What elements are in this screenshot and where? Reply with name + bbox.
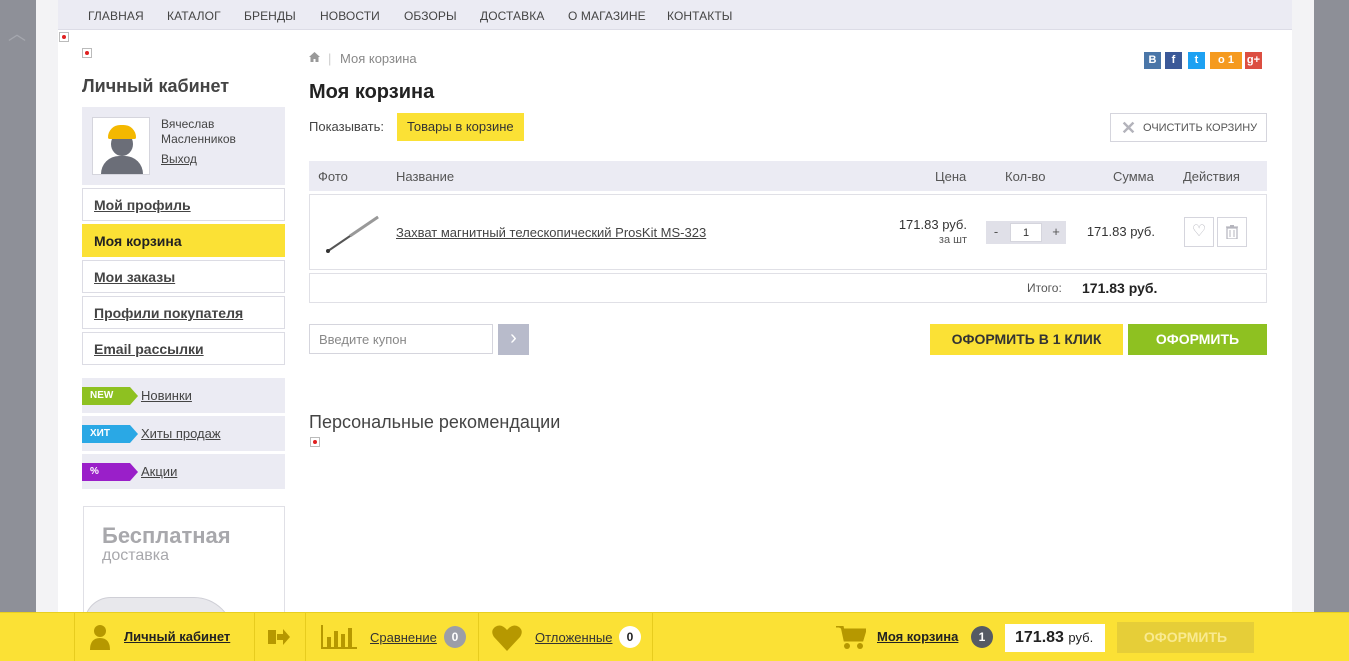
new-badge: NEW (82, 387, 138, 405)
sidebar-item-profile[interactable]: Мой профиль (82, 188, 285, 221)
qty-increment-button[interactable]: + (1046, 224, 1066, 239)
total-label: Итого: (1027, 281, 1062, 295)
compare-link[interactable]: Сравнение (370, 630, 437, 645)
hit-badge: ХИТ (82, 425, 138, 443)
quantity-stepper: - 1 + (986, 221, 1066, 244)
broken-image-icon (59, 32, 69, 42)
cart-total-currency: руб. (1068, 630, 1094, 645)
sidebar-item-cart[interactable]: Моя корзина (82, 224, 285, 257)
user-card: Вячеслав Масленников Выход (82, 107, 285, 185)
checkout-button[interactable]: ОФОРМИТЬ (1128, 324, 1267, 355)
cart-total-value: 171.83 (1015, 629, 1064, 646)
banner-title: Бесплатная (102, 523, 231, 548)
show-filter-button[interactable]: Товары в корзине (397, 113, 524, 141)
header-actions: Действия (1183, 169, 1240, 184)
product-unit: за шт (938, 234, 967, 246)
hits-link[interactable]: Хиты продаж (141, 426, 221, 441)
user-name: Вячеслав Масленников (161, 117, 236, 146)
sale-link[interactable]: Акции (141, 464, 177, 479)
sidebar-item-buyer-profiles[interactable]: Профили покупателя (82, 296, 285, 329)
close-icon: ✕ (1121, 118, 1137, 138)
show-label: Показывать: (309, 119, 384, 134)
sidebar-item-orders[interactable]: Мои заказы (82, 260, 285, 293)
banner-subtitle: доставка (102, 547, 170, 564)
clear-cart-button[interactable]: ✕ ОЧИСТИТЬ КОРЗИНУ (1110, 113, 1267, 142)
coupon-input[interactable]: Введите купон (309, 324, 493, 354)
product-name-link[interactable]: Захват магнитный телескопический ProsKit… (396, 225, 706, 240)
nav-home[interactable]: ГЛАВНАЯ (88, 9, 144, 23)
cart-total-row: Итого: 171.83 руб. (309, 273, 1267, 303)
page-background-left (0, 0, 36, 661)
buy-one-click-button[interactable]: ОФОРМИТЬ В 1 КЛИК (930, 324, 1123, 355)
cart-link[interactable]: Моя корзина (877, 629, 958, 644)
free-delivery-banner[interactable]: Бесплатная доставка (83, 506, 285, 626)
avatar (92, 117, 150, 175)
cart-icon (836, 626, 866, 649)
page-title: Моя корзина (309, 81, 435, 103)
bottom-panel: Личный кабинет Сравнение 0 Отложенные 0 … (0, 612, 1349, 661)
nav-brands[interactable]: БРЕНДЫ (244, 9, 296, 23)
sidebar-title: Личный кабинет (82, 76, 230, 96)
breadcrumb: Моя корзина (340, 51, 417, 66)
nav-about[interactable]: О МАГАЗИНЕ (568, 9, 646, 23)
compare-count: 0 (444, 626, 466, 648)
user-icon (90, 625, 110, 650)
google-plus-share-icon[interactable]: g+ (1245, 52, 1262, 69)
sale-badge: % (82, 463, 138, 481)
heart-icon[interactable]: ♡ (1184, 217, 1214, 247)
trash-icon[interactable] (1217, 217, 1247, 247)
header-qty: Кол-во (1005, 169, 1046, 184)
coupon-submit-button[interactable]: › (498, 324, 529, 355)
logout-icon[interactable] (268, 628, 290, 646)
twitter-share-icon[interactable]: t (1188, 52, 1205, 69)
qty-decrement-button[interactable]: - (986, 224, 1006, 239)
clear-cart-label: ОЧИСТИТЬ КОРЗИНУ (1143, 122, 1258, 134)
vk-share-icon[interactable]: В (1144, 52, 1161, 69)
favorites-count: 0 (619, 626, 641, 648)
header-photo: Фото (318, 169, 348, 184)
nav-news[interactable]: НОВОСТИ (320, 9, 380, 23)
sidebar-item-email[interactable]: Email рассылки (82, 332, 285, 365)
heart-icon (492, 625, 522, 651)
new-link[interactable]: Новинки (141, 388, 192, 403)
table-row: Захват магнитный телескопический ProsKit… (309, 194, 1267, 270)
sidebar-tag-hits[interactable]: ХИТ Хиты продаж (82, 416, 285, 451)
bottom-checkout-button[interactable]: ОФОРМИТЬ (1117, 622, 1254, 653)
total-value: 171.83 руб. (1082, 280, 1158, 296)
home-icon[interactable] (309, 52, 320, 62)
broken-image-icon (82, 48, 92, 58)
qty-input[interactable]: 1 (1010, 223, 1042, 242)
product-sum: 171.83 руб. (1086, 224, 1155, 239)
cart-count: 1 (971, 626, 993, 648)
broken-image-icon (310, 437, 320, 447)
header-name: Название (396, 169, 455, 184)
nav-contacts[interactable]: КОНТАКТЫ (667, 9, 733, 23)
compare-chart-icon (321, 625, 357, 649)
header-sum: Сумма (1113, 169, 1154, 184)
odnoklassniki-share-icon[interactable]: о 1 (1210, 52, 1242, 69)
cabinet-link[interactable]: Личный кабинет (124, 629, 230, 644)
scroll-up-icon[interactable]: ︿ (8, 20, 26, 46)
header-price: Цена (935, 169, 967, 184)
cart-table-header: Фото Название Цена Кол-во Сумма Действия (309, 161, 1267, 191)
cart-total: 171.83 руб. (1005, 624, 1105, 652)
logout-link[interactable]: Выход (161, 152, 197, 166)
favorites-link[interactable]: Отложенные (535, 630, 612, 645)
nav-reviews[interactable]: ОБЗОРЫ (404, 9, 457, 23)
product-price: 171.83 руб. (898, 217, 967, 232)
sidebar-tag-sale[interactable]: % Акции (82, 454, 285, 489)
nav-catalog[interactable]: КАТАЛОГ (167, 9, 221, 23)
breadcrumb-separator: | (328, 51, 332, 66)
top-navigation: ГЛАВНАЯ КАТАЛОГ БРЕНДЫ НОВОСТИ ОБЗОРЫ ДО… (58, 0, 1292, 30)
recommendations-title: Персональные рекомендации (309, 412, 561, 432)
nav-delivery[interactable]: ДОСТАВКА (480, 9, 544, 23)
sidebar-tag-new[interactable]: NEW Новинки (82, 378, 285, 413)
facebook-share-icon[interactable]: f (1165, 52, 1182, 69)
product-photo[interactable] (320, 201, 386, 263)
